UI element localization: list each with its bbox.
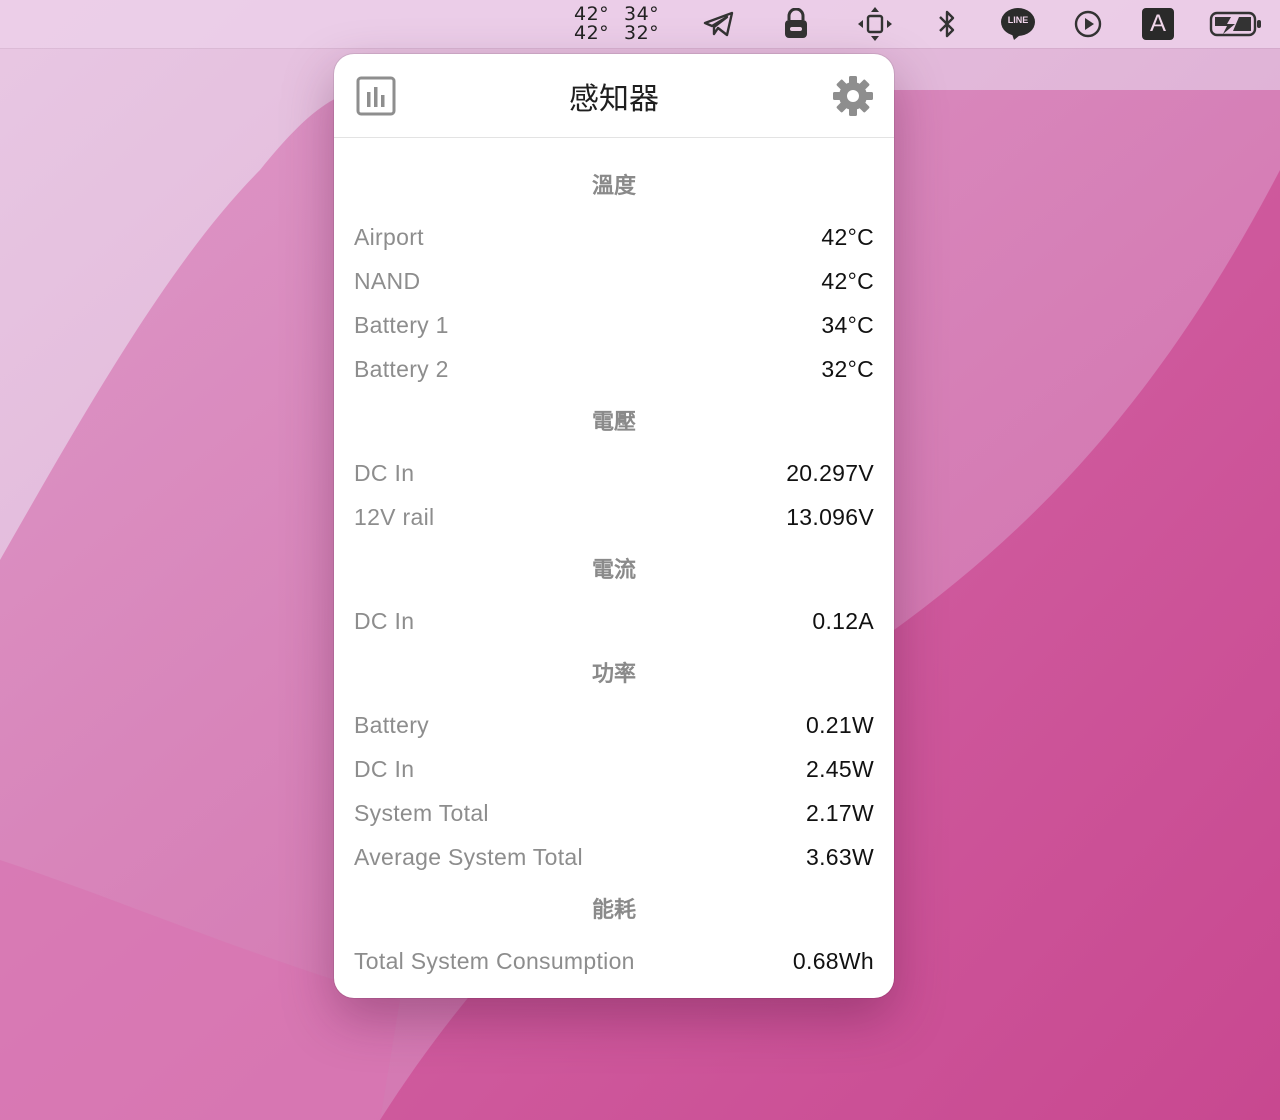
temperature-status-item[interactable]: 42° 34° 42° 32°: [570, 0, 666, 48]
sensor-name: System Total: [354, 799, 489, 826]
sensor-value: 2.45W: [806, 755, 874, 782]
sensor-value: 34°C: [821, 311, 874, 338]
popover-header: 感知器: [334, 54, 894, 138]
menubar-temp-4: 32°: [624, 22, 660, 44]
section-title-energy: 能耗: [591, 898, 636, 923]
sensor-name: Battery 2: [354, 355, 449, 382]
sensor-name: DC In: [354, 459, 415, 486]
sensor-name: DC In: [354, 755, 415, 782]
sensor-row: System Total 2.17W: [354, 793, 874, 833]
sensor-name: Battery: [354, 711, 429, 738]
line-icon[interactable]: LINE: [998, 0, 1038, 48]
window-move-icon[interactable]: [854, 0, 896, 48]
sensor-value: 42°C: [821, 267, 874, 294]
gear-icon: [833, 76, 873, 116]
input-source-label: A: [1149, 10, 1166, 37]
sensor-row: DC In 0.12A: [354, 601, 874, 641]
lock-icon[interactable]: [778, 0, 814, 48]
sensor-name: DC In: [354, 607, 415, 634]
sensor-name: 12V rail: [354, 503, 435, 530]
sensor-row: Battery 2 32°C: [354, 349, 874, 389]
sensor-row: Average System Total 3.63W: [354, 837, 874, 877]
settings-button[interactable]: [832, 75, 874, 117]
section-title-power: 功率: [591, 662, 636, 687]
sensor-name: Total System Consumption: [354, 947, 635, 974]
sensor-value: 0.68Wh: [792, 947, 874, 974]
sensor-name: Airport: [354, 223, 424, 250]
sensor-value: 0.12A: [812, 607, 874, 634]
sensor-value: 0.21W: [806, 711, 874, 738]
sensor-value: 2.17W: [806, 799, 874, 826]
section-title-temperature: 溫度: [591, 174, 636, 199]
popover-title: 感知器: [569, 81, 659, 117]
section-title-voltage: 電壓: [591, 410, 636, 435]
sensor-value: 42°C: [821, 223, 874, 250]
telegram-icon[interactable]: [700, 0, 738, 48]
menubar-temp-3: 42°: [574, 22, 610, 44]
sensor-value: 32°C: [821, 355, 874, 382]
play-icon[interactable]: [1072, 0, 1104, 48]
input-source-icon[interactable]: A: [1141, 0, 1175, 48]
battery-charging-icon[interactable]: [1208, 0, 1264, 48]
sensor-name: Average System Total: [354, 843, 583, 870]
bluetooth-icon[interactable]: [932, 0, 962, 48]
sensor-row: NAND 42°C: [354, 261, 874, 301]
line-icon-label: LINE: [1007, 15, 1029, 25]
sensor-row: Battery 0.21W: [354, 705, 874, 745]
sensor-name: NAND: [354, 267, 421, 294]
sensor-row: DC In 2.45W: [354, 749, 874, 789]
sensor-name: Battery 1: [354, 311, 449, 338]
sensor-value: 20.297V: [786, 459, 874, 486]
section-title-current: 電流: [591, 558, 636, 583]
sensor-row: Total System Consumption 0.68Wh: [354, 941, 874, 981]
sensor-value: 13.096V: [786, 503, 874, 530]
sensor-row: 12V rail 13.096V: [354, 497, 874, 537]
sensor-row: DC In 20.297V: [354, 453, 874, 493]
menu-bar: 42° 34° 42° 32° LINE A: [0, 0, 1280, 48]
sensor-row: Airport 42°C: [354, 217, 874, 257]
sensor-row: Battery 1 34°C: [354, 305, 874, 345]
sensor-value: 3.63W: [806, 843, 874, 870]
sensors-popover: 感知器 溫度 Airport 42°C NAND 42°C Battery 1 …: [334, 54, 894, 998]
